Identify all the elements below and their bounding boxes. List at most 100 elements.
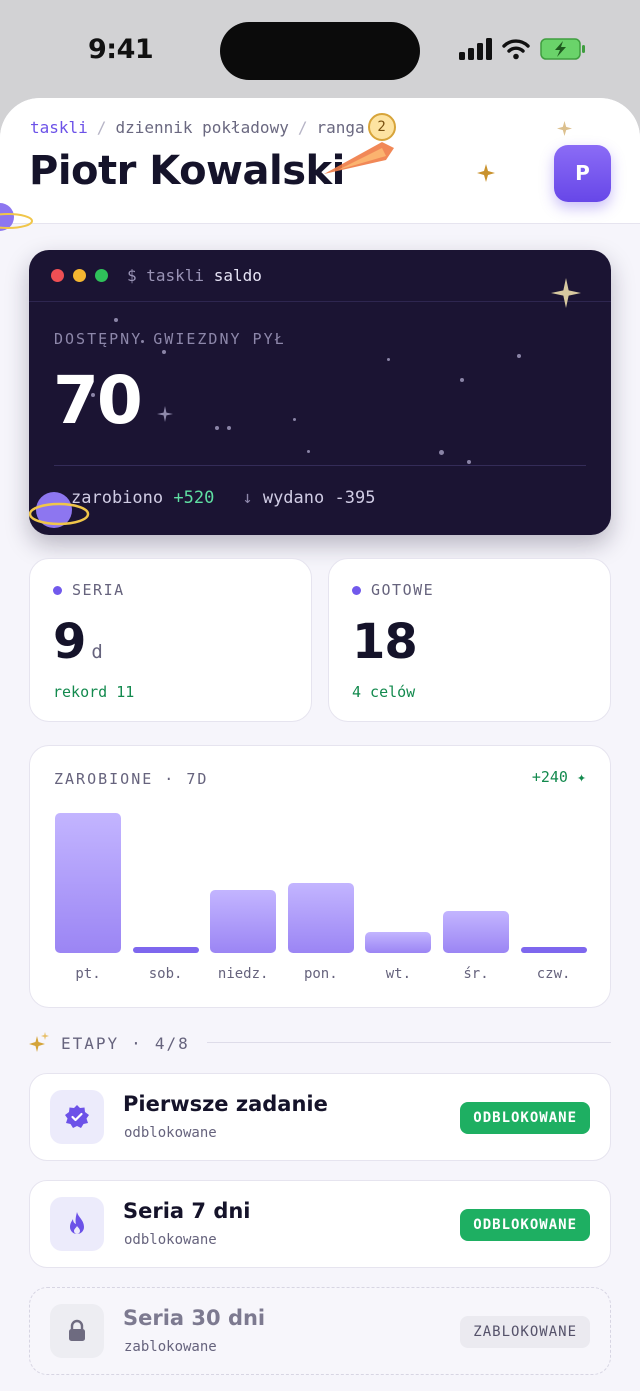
battery-charging-icon [540,38,585,60]
milestone-icon-tile [50,1090,104,1144]
milestone-icon-tile [50,1304,104,1358]
dynamic-island [220,22,420,80]
milestone-status-badge: ODBLOKOWANE [460,1209,590,1241]
breadcrumb-separator: / [297,117,308,137]
window-minimize-dot [73,269,86,282]
milestone-title: Seria 7 dni [123,1199,251,1223]
milestones-progress: 4/8 [154,1033,190,1053]
lock-icon [69,1319,85,1341]
chart-x-label: pon. [303,966,338,982]
star-dot [162,350,166,354]
arrow-down-icon: ↓ [242,488,253,508]
sparkle-icon [157,406,173,422]
earned-value: +520 [173,488,215,508]
comet-icon [324,142,394,174]
sparkle-icon [477,164,495,182]
chart-x-label: śr. [463,966,489,982]
done-label-row: GOTOWE [352,581,434,599]
star-dot [293,418,296,421]
star-dot [387,358,390,361]
wifi-icon [502,39,530,60]
star-dot [307,450,310,453]
sparkles-icon [29,1032,49,1052]
chart-bar [287,883,354,953]
signal-icon [459,38,492,60]
earned-chart: ZAROBIONE · 7D +240 ✦ pt. sob. niedz. pon. w… [29,745,611,1008]
window-zoom-dot [95,269,108,282]
chart-x-label: wt. [385,966,412,982]
status-icons [458,38,586,60]
milestones-label: ETAPY [61,1033,120,1053]
chart-bar [443,911,509,953]
window-close-dot [51,269,64,282]
chart-bars: pt. sob. niedz. pon. wt. śr. czw. [30,746,612,1009]
breadcrumb-separator: / [96,117,107,137]
bullet-dot [53,585,62,595]
star-dot [439,450,444,455]
breadcrumb-item-taskli[interactable]: taskli [30,118,88,137]
terminal-command: $ taskli saldo [127,266,262,285]
header: taskli / dziennik pokładowy / ranga 2 Pi… [0,98,640,231]
chart-x-label: pt. [75,966,101,982]
earned-summary: zarobiono +520 [71,488,214,508]
planet-icon [29,492,90,528]
spent-label: wydano [262,488,325,508]
milestone-status-badge: ODBLOKOWANE [460,1102,590,1134]
status-bar: 9:41 [0,0,640,100]
command-prefix: $ taskli [127,266,205,285]
star-dot [227,426,231,430]
star-dot [114,318,118,322]
balance-summary: zarobiono +520 ↓ wydano -395 [71,488,375,508]
star-dot [215,426,219,430]
spent-value: -395 [334,488,376,508]
chart-bar [55,813,121,953]
planet-icon [0,203,33,231]
streak-label-row: SERIA [53,581,125,599]
chart-x-label: czw. [536,966,571,982]
done-value: 18 [352,614,418,670]
sparkle-icon [557,121,572,136]
status-time: 9:41 [88,34,154,65]
milestone-card[interactable]: Pierwsze zadanie odblokowane ODBLOKOWANE [29,1073,611,1161]
main-sheet: taskli / dziennik pokładowy / ranga 2 Pi… [0,98,640,1391]
breadcrumb-item-rank[interactable]: ranga [316,118,364,137]
separator-dot: · [131,1033,143,1053]
streak-record: rekord 11 [53,683,135,701]
avatar[interactable]: P [554,145,611,202]
milestone-subtitle: odblokowane [124,1232,217,1248]
terminal-titlebar: $ taskli saldo [29,250,611,302]
milestone-card[interactable]: Seria 7 dni odblokowane ODBLOKOWANE [29,1180,611,1268]
balance-label: DOSTĘPNY GWIEZDNY PYŁ [54,330,286,348]
command-name: saldo [213,266,262,285]
done-card: GOTOWE 18 4 celów [328,558,611,722]
chart-bar [210,890,277,953]
spent-summary: ↓ wydano -395 [242,488,375,508]
streak-label: SERIA [72,581,125,599]
breadcrumb-item-log[interactable]: dziennik pokładowy [115,118,288,137]
milestone-icon-tile [50,1197,104,1251]
streak-card: SERIA 9d rekord 11 [29,558,312,722]
chart-bar [132,947,199,953]
star-dot [460,378,464,382]
chart-bar [520,947,587,953]
flame-icon [70,1212,84,1234]
milestone-subtitle: odblokowane [124,1125,217,1141]
page-title: Piotr Kowalski [29,148,345,194]
milestone-status-badge: ZABLOKOWANE [460,1316,590,1348]
star-dot [467,460,471,464]
balance-value: 70 [53,362,143,439]
chart-x-label: sob. [148,966,183,982]
streak-value: 9 [53,614,86,670]
streak-unit: d [91,641,103,663]
chart-bar [365,932,432,953]
done-label: GOTOWE [371,581,435,599]
milestone-title: Pierwsze zadanie [123,1092,328,1116]
balance-card: $ taskli saldo DOSTĘPNY GWIEZDNY PYŁ 70 … [29,250,611,535]
streak-value-row: 9d [53,614,103,670]
done-goals: 4 celów [352,683,416,701]
divider [207,1042,611,1043]
milestone-card[interactable]: Seria 30 dni zablokowane ZABLOKOWANE [29,1287,611,1375]
badge-check-icon [65,1105,89,1128]
sparkle-icon [551,278,581,308]
milestones-header: ETAPY · 4/8 [29,1032,190,1054]
